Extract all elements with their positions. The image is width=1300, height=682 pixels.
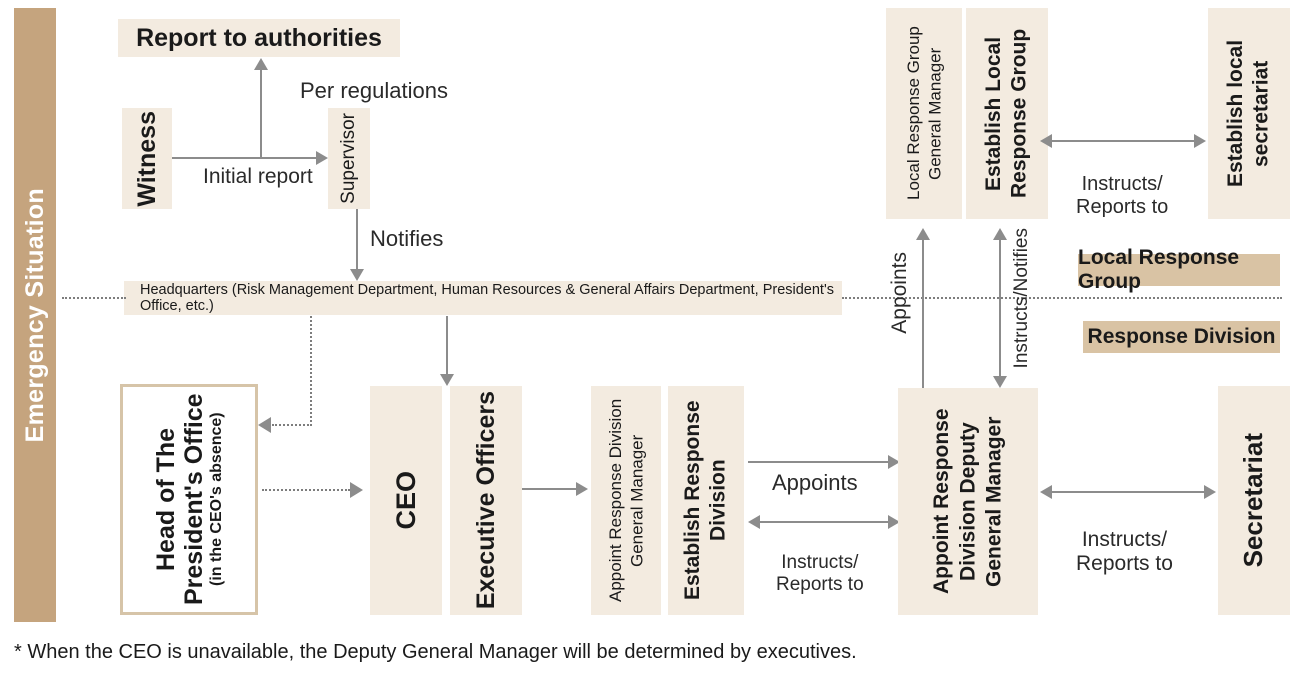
footnote: * When the CEO is unavailable, the Deput… xyxy=(14,641,857,664)
arrowhead-instructs-reports-top-left xyxy=(1040,134,1052,148)
arrowhead-appoints-vertical xyxy=(916,228,930,240)
arrowhead-instructs-notifies-down xyxy=(993,376,1007,388)
label-instructs-reports-top: Instructs/ Reports to xyxy=(1076,150,1168,219)
edge-supervisor-to-hq xyxy=(356,209,358,271)
label-notifies: Notifies xyxy=(370,226,443,251)
edge-hq-to-executive-officers xyxy=(446,316,448,376)
establish-local-response-group-label: Establish Local Response Group xyxy=(982,28,1031,199)
arrowhead-supervisor-to-hq xyxy=(350,269,364,281)
box-appoint-response-division-deputy-general-manager: Appoint Response Division Deputy General… xyxy=(898,388,1038,615)
initial-report-text: Initial report xyxy=(203,165,313,188)
box-executive-officers: Executive Officers xyxy=(450,386,522,615)
edge-appoints-vertical xyxy=(922,240,924,388)
report-to-authorities-label: Report to authorities xyxy=(136,24,382,52)
label-per-regulations: Per regulations xyxy=(300,78,448,103)
ceo-label: CEO xyxy=(390,471,421,530)
box-headquarters: Headquarters (Risk Management Department… xyxy=(124,281,842,315)
appoint-response-division-gm-label: Appoint Response Division General Manage… xyxy=(605,398,646,603)
establish-response-division-label: Establish Response Division xyxy=(681,400,730,601)
headquarters-label: Headquarters (Risk Management Department… xyxy=(140,282,834,314)
local-response-group-gm-label: Local Response Group General Manager xyxy=(903,26,944,201)
edge-hq-to-head-office-horizontal xyxy=(272,424,312,426)
head-of-presidents-office-textgroup: Head of The President's Office (in the C… xyxy=(152,387,226,612)
legend-local-response-group: Local Response Group xyxy=(1078,246,1280,293)
appoint-response-division-deputy-gm-label: Appoint Response Division Deputy General… xyxy=(929,408,1006,595)
head-of-presidents-office-sublabel: (in the CEO's absence) xyxy=(208,412,226,587)
box-head-of-presidents-office: Head of The President's Office (in the C… xyxy=(120,384,258,615)
executive-officers-label: Executive Officers xyxy=(472,391,500,610)
edge-exec-to-appoint-rd-gm xyxy=(522,488,576,490)
label-instructs-notifies-vertical: Instructs/Notifies xyxy=(1011,228,1033,368)
box-supervisor: Supervisor xyxy=(328,108,370,209)
edge-hq-to-head-office-vertical xyxy=(310,316,312,426)
emergency-situation-band: Emergency Situation xyxy=(14,8,56,622)
box-witness: Witness xyxy=(122,108,172,209)
edge-witness-to-supervisor xyxy=(172,157,316,159)
instructs-reports-right-text: Instructs/ Reports to xyxy=(1076,528,1173,576)
label-appoints-vertical: Appoints xyxy=(888,252,912,334)
box-report-to-authorities: Report to authorities xyxy=(118,19,400,57)
footnote-text: * When the CEO is unavailable, the Deput… xyxy=(14,641,857,663)
notifies-text: Notifies xyxy=(370,226,444,251)
per-regulations-text: Per regulations xyxy=(300,78,448,103)
edge-head-office-to-ceo xyxy=(262,489,350,491)
supervisor-label: Supervisor xyxy=(338,113,360,204)
instructs-reports-mid-text: Instructs/ Reports to xyxy=(776,551,864,595)
instructs-reports-top-text: Instructs/ Reports to xyxy=(1076,173,1169,218)
box-establish-local-response-group: Establish Local Response Group xyxy=(966,8,1048,219)
legend-local-response-group-label: Local Response Group xyxy=(1078,246,1240,293)
label-initial-report: Initial report xyxy=(203,165,313,189)
box-secretariat: Secretariat xyxy=(1218,386,1290,615)
label-instructs-reports-right: Instructs/ Reports to xyxy=(1076,504,1173,576)
edge-instructs-reports-right xyxy=(1052,491,1204,493)
witness-label: Witness xyxy=(133,110,161,207)
label-appoints-mid: Appoints xyxy=(772,470,858,495)
arrowhead-witness-to-supervisor xyxy=(316,151,328,165)
arrowhead-instructs-notifies-up xyxy=(993,228,1007,240)
emergency-situation-label: Emergency Situation xyxy=(20,187,49,443)
arrowhead-exec-to-appoint-rd-gm xyxy=(576,482,588,496)
appoints-mid-text: Appoints xyxy=(772,470,858,495)
arrowhead-instructs-reports-mid-left xyxy=(748,515,760,529)
edge-appoints-mid xyxy=(748,461,888,463)
legend-response-division-label: Response Division xyxy=(1087,325,1276,348)
secretariat-label: Secretariat xyxy=(1238,433,1269,568)
edge-instructs-notifies-vertical xyxy=(999,240,1001,378)
arrowhead-hq-to-executive-officers xyxy=(440,374,454,386)
head-of-presidents-office-label: Head of The President's Office xyxy=(152,393,209,606)
instructs-notifies-text: Instructs/Notifies xyxy=(1011,228,1032,369)
box-ceo: CEO xyxy=(370,386,442,615)
divider-dotted-left xyxy=(62,297,126,299)
box-appoint-response-division-general-manager: Appoint Response Division General Manage… xyxy=(591,386,661,615)
edge-to-report-authorities xyxy=(260,70,262,159)
edge-instructs-reports-mid xyxy=(760,521,888,523)
arrowhead-head-office-to-ceo xyxy=(350,482,363,498)
arrowhead-instructs-reports-right-right xyxy=(1204,485,1216,499)
legend-response-division: Response Division xyxy=(1083,321,1280,353)
emergency-response-flow-diagram: Emergency Situation Report to authoritie… xyxy=(0,0,1300,682)
box-local-response-group-general-manager: Local Response Group General Manager xyxy=(886,8,962,219)
label-instructs-reports-mid: Instructs/ Reports to xyxy=(776,530,864,596)
box-establish-response-division: Establish Response Division xyxy=(668,386,744,615)
arrowhead-hq-to-head-office xyxy=(258,417,271,433)
edge-instructs-reports-top xyxy=(1052,140,1194,142)
box-establish-local-secretariat: Establish local secretariat xyxy=(1208,8,1290,219)
appoints-vertical-text: Appoints xyxy=(888,252,911,334)
arrowhead-instructs-reports-top-right xyxy=(1194,134,1206,148)
arrowhead-instructs-reports-right-left xyxy=(1040,485,1052,499)
establish-local-secretariat-label: Establish local secretariat xyxy=(1224,39,1273,188)
arrowhead-report-authorities xyxy=(254,58,268,70)
